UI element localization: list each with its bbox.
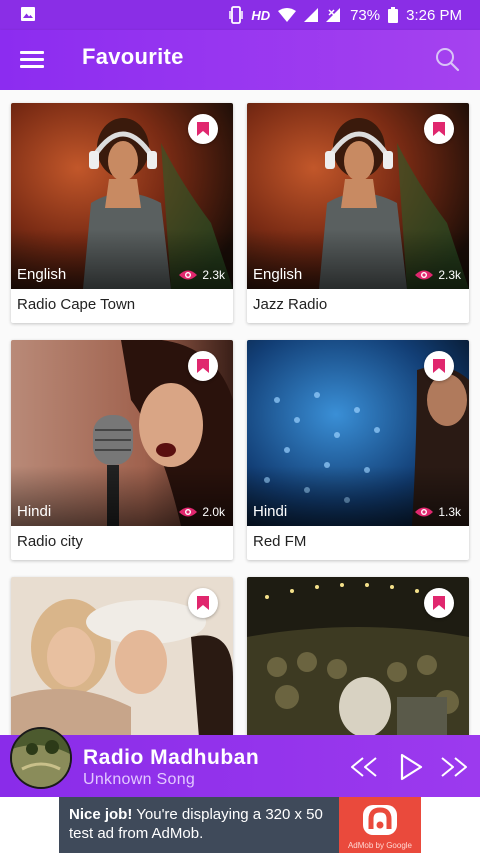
views-count: 2.3k: [202, 268, 225, 282]
ad-banner[interactable]: Nice job! You're displaying a 320 x 50 t…: [0, 797, 480, 853]
network-type-label: HD: [251, 7, 271, 23]
ad-headline: Nice job!: [69, 806, 133, 823]
admob-logo: AdMob by Google: [339, 797, 421, 853]
station-thumbnail: [11, 577, 233, 735]
bookmark-icon: [433, 122, 445, 136]
station-name: Jazz Radio: [253, 296, 328, 313]
station-card[interactable]: English 2.3k Radio Cape Town: [11, 103, 233, 323]
rewind-icon[interactable]: [349, 752, 379, 782]
favourites-grid: English 2.3k Radio Cape Town English 2.3…: [0, 90, 480, 735]
station-language: Hindi: [253, 503, 288, 520]
station-language: English: [253, 266, 303, 283]
station-views: 2.0k: [179, 505, 225, 519]
status-bar: HD 73% 3:26 PM: [0, 0, 480, 30]
eye-icon: [415, 270, 434, 280]
play-icon[interactable]: [395, 752, 425, 782]
station-card[interactable]: [247, 577, 469, 735]
station-views: 2.3k: [415, 268, 461, 282]
now-playing-station: Radio Madhuban: [83, 746, 260, 769]
bookmark-button[interactable]: [424, 114, 454, 144]
fast-forward-icon[interactable]: [439, 752, 469, 782]
station-name: Radio city: [17, 533, 83, 550]
station-name: Red FM: [253, 533, 307, 550]
signal-no-data-icon: [326, 8, 341, 22]
eye-icon: [179, 270, 198, 280]
station-thumbnail: [247, 577, 469, 735]
station-views: 2.3k: [179, 268, 225, 282]
station-language: Hindi: [17, 503, 52, 520]
bookmark-icon: [197, 359, 209, 373]
station-card[interactable]: [11, 577, 233, 735]
views-count: 2.0k: [202, 505, 225, 519]
clock: 3:26 PM: [406, 6, 462, 24]
ad-text: Nice job! You're displaying a 320 x 50 t…: [59, 797, 339, 853]
battery-percent: 73%: [350, 6, 381, 24]
bookmark-button[interactable]: [188, 114, 218, 144]
signal-icon: [304, 8, 319, 22]
bookmark-icon: [433, 596, 445, 610]
views-count: 2.3k: [438, 268, 461, 282]
app-bar: Favourite: [0, 30, 480, 90]
battery-icon: [388, 7, 399, 23]
station-name: Radio Cape Town: [17, 296, 136, 313]
wifi-icon: [278, 8, 297, 22]
station-thumbnail: Hindi 2.0k: [11, 340, 233, 526]
views-count: 1.3k: [438, 505, 461, 519]
station-thumbnail: Hindi 1.3k: [247, 340, 469, 526]
bookmark-icon: [433, 359, 445, 373]
bookmark-button[interactable]: [188, 351, 218, 381]
eye-icon: [179, 507, 198, 517]
eye-icon: [415, 507, 434, 517]
bookmark-icon: [197, 122, 209, 136]
station-thumbnail: English 2.3k: [11, 103, 233, 289]
station-card[interactable]: Hindi 1.3k Red FM: [247, 340, 469, 560]
station-card[interactable]: Hindi 2.0k Radio city: [11, 340, 233, 560]
station-language: English: [17, 266, 67, 283]
image-notification-icon: [21, 7, 35, 21]
bookmark-button[interactable]: [424, 588, 454, 618]
page-title: Favourite: [82, 44, 184, 69]
now-playing-bar[interactable]: Radio Madhuban Unknown Song: [0, 727, 480, 797]
now-playing-song: Unknown Song: [83, 771, 196, 788]
now-playing-artwork: [10, 727, 72, 789]
admob-icon: [368, 807, 392, 829]
admob-caption: AdMob by Google: [347, 841, 413, 850]
search-icon[interactable]: [434, 46, 460, 72]
vibrate-icon: [229, 6, 244, 24]
station-card[interactable]: English 2.3k Jazz Radio: [247, 103, 469, 323]
bookmark-button[interactable]: [424, 351, 454, 381]
station-views: 1.3k: [415, 505, 461, 519]
bookmark-button[interactable]: [188, 588, 218, 618]
hamburger-menu-icon[interactable]: [20, 48, 44, 72]
station-thumbnail: English 2.3k: [247, 103, 469, 289]
bookmark-icon: [197, 596, 209, 610]
